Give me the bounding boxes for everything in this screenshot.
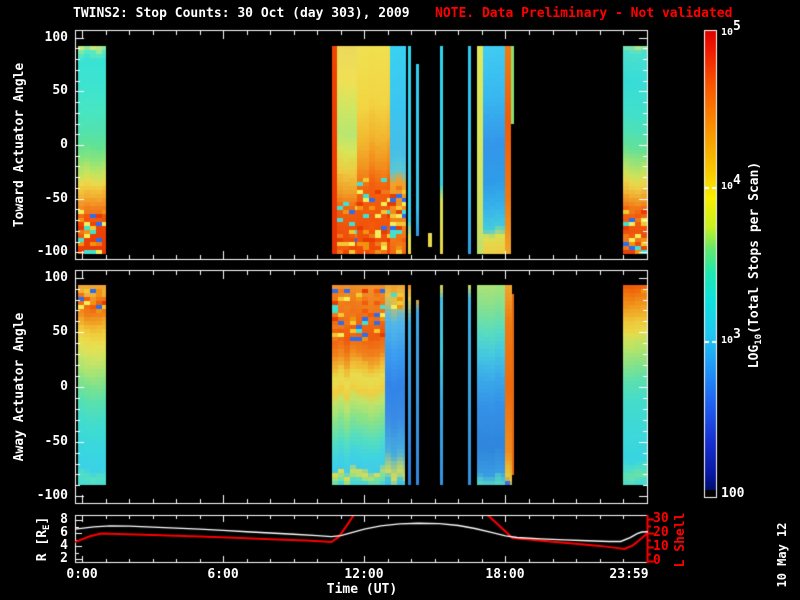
ytick-label-r: 2 (60, 551, 68, 566)
spectrogram-canvas (0, 0, 800, 600)
ytick-label: -50 (44, 191, 68, 206)
y-axis-label-lshell: L Shell (673, 512, 688, 568)
ytick-label: 100 (44, 270, 68, 285)
xtick-label: 18:00 (485, 567, 525, 582)
ytick-label: -100 (36, 244, 68, 259)
x-axis-label: Time (UT) (326, 582, 398, 597)
ytick-label: 0 (60, 137, 68, 152)
colorbar-tick-label: 104 (721, 173, 741, 193)
page-title: TWINS2: Stop Counts: 30 Oct (day 303), 2… (73, 6, 410, 21)
ytick-label: -100 (36, 488, 68, 503)
ytick-label: 50 (52, 324, 68, 339)
y-axis-label-away: Away Actuator Angle (12, 312, 27, 462)
ytick-label-lshell: 30 (653, 511, 669, 526)
ytick-label-lshell: 0 (653, 553, 661, 568)
xtick-label: 6:00 (207, 567, 239, 582)
ytick-label: 50 (52, 83, 68, 98)
ytick-label: 100 (44, 30, 68, 45)
colorbar-tick-label: 105 (721, 19, 741, 39)
ytick-label: -50 (44, 434, 68, 449)
y-axis-label-toward: Toward Actuator Angle (12, 62, 27, 228)
xtick-label: 0:00 (66, 567, 98, 582)
colorbar-label: LOG10(Total Stops per Scan) (747, 161, 764, 369)
screenshot-root: TWINS2: Stop Counts: 30 Oct (day 303), 2… (0, 0, 800, 600)
date-stamp: 10 May 12 (775, 522, 789, 588)
colorbar-tick-label: 100 (721, 486, 745, 501)
preliminary-note: NOTE. Data Preliminary - Not validated (435, 6, 733, 21)
xtick-label: 12:00 (344, 567, 384, 582)
ytick-label-lshell: 10 (653, 539, 669, 554)
ytick-label-lshell: 20 (653, 525, 669, 540)
ytick-label: 0 (60, 379, 68, 394)
colorbar-tick-label: 103 (721, 327, 741, 347)
xtick-label: 23:59 (609, 567, 649, 582)
